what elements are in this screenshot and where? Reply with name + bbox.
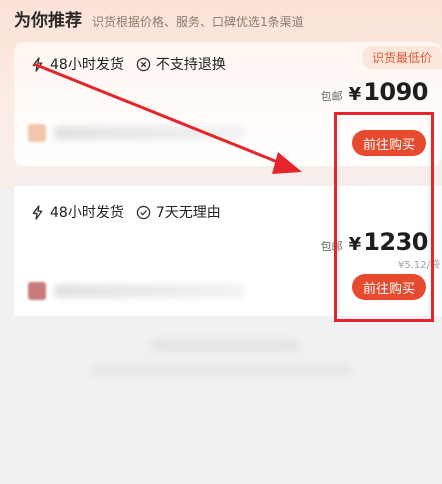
arrow-annotation	[33, 62, 302, 174]
